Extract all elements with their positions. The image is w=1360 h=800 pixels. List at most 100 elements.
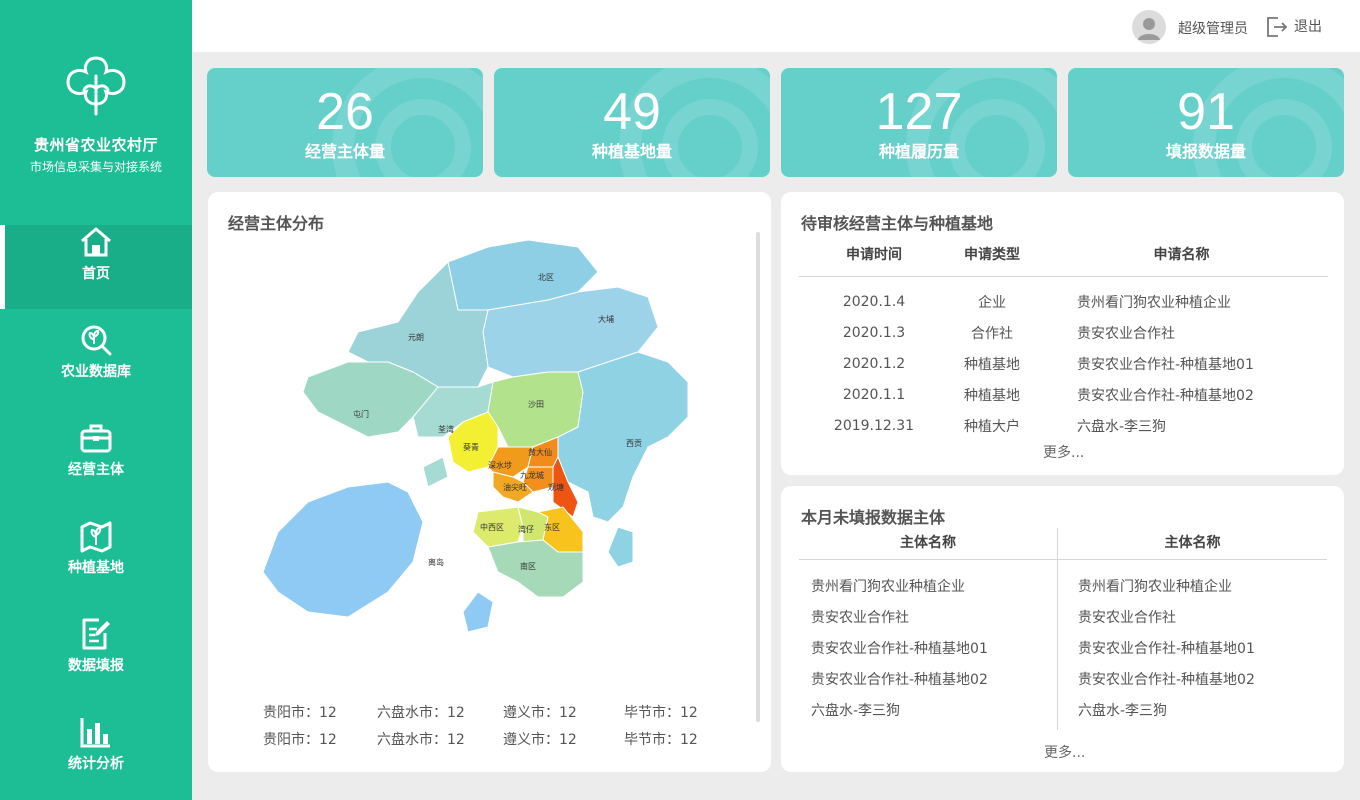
legend-item: 贵阳市：12 [263,732,337,748]
system-name: 市场信息采集与对接系统 [29,160,162,174]
map-label: 深水埗 [488,460,512,470]
legend-count: 12 [447,705,465,721]
map-label: 西贡 [626,439,642,448]
region-map[interactable]: 北区 大埔 元朗 屯门 沙田 荃湾 葵青 深水埗 黄大仙 九龙城 油尖旺 观塘 … [248,232,748,662]
column-header: 主体名称 [1164,535,1221,551]
list-item[interactable]: 贵州看门狗农业种植企业 [811,572,988,603]
panel-title: 经营主体分布 [228,214,325,233]
apply-type: 种植基地 [964,356,1020,373]
legend-count: 12 [680,732,698,748]
column-header: 申请名称 [1153,246,1210,263]
legend-item: 贵阳市：12 [263,705,337,721]
map-label: 南区 [520,561,536,571]
legend-count: 12 [447,732,465,748]
list-item[interactable]: 六盘水-李三狗 [1078,696,1255,727]
list-item[interactable]: 贵安农业合作社 [1078,603,1255,634]
stat-label: 经营主体量 [304,142,385,161]
org-name: 贵州省农业农村厅 [33,136,158,154]
map-label: 离岛 [428,557,444,567]
unfilled-list-right: 贵州看门狗农业种植企业 贵安农业合作社 贵安农业合作社-种植基地01 贵安农业合… [1078,572,1255,727]
map-region-islands[interactable] [262,481,424,618]
more-link[interactable]: 更多... [1043,442,1084,462]
sidebar-item-base[interactable]: 种植基地 [0,519,192,603]
stat-value: 26 [316,83,374,141]
header-divider [799,559,1327,560]
legend-city: 毕节市 [624,732,666,748]
sidebar-item-report[interactable]: 数据填报 [0,617,192,701]
sidebar-item-entity[interactable]: 经营主体 [0,421,192,505]
legend-item: 遵义市：12 [503,705,577,721]
table-row[interactable]: 2020.1.2 种植基地 贵安农业合作社-种植基地01 [799,348,1328,379]
map-label: 九龙城 [520,470,544,480]
map-label: 东区 [544,522,560,532]
logout-label: 退出 [1294,19,1322,35]
map-label: 大埔 [598,314,614,324]
edit-document-icon [82,618,110,650]
legend-city: 贵阳市 [263,705,305,721]
table-header-row: 申请时间 申请类型 申请名称 [799,232,1328,276]
stat-card-records: 127 种植履历量 [781,68,1057,177]
map-label: 屯门 [353,409,369,419]
table-row[interactable]: 2020.1.3 合作社 贵安农业合作社 [799,317,1328,348]
column-divider [1057,528,1058,730]
map-label: 北区 [538,273,554,282]
map-label: 荃湾 [438,424,454,434]
map-scrollbar[interactable] [756,232,760,722]
table-row[interactable]: 2020.1.4 企业 贵州看门狗农业种植企业 [799,286,1328,317]
apply-type: 种植基地 [964,387,1020,404]
user-icon [1138,18,1160,40]
apply-type: 企业 [978,294,1006,311]
legend-item: 毕节市：12 [624,732,698,748]
stat-card-reports: 91 填报数据量 [1068,68,1344,177]
apply-name: 贵州看门狗农业种植企业 [1077,294,1231,311]
sidebar-item-label: 统计分析 [68,756,124,772]
map-region-islet[interactable] [607,526,634,568]
logo: 贵州省农业农村厅 市场信息采集与对接系统 [0,52,192,175]
list-item[interactable]: 六盘水-李三狗 [811,696,988,727]
sidebar-item-statistics[interactable]: 统计分析 [0,715,192,799]
sidebar-item-label: 农业数据库 [61,364,131,380]
column-header: 主体名称 [900,535,956,551]
legend-city: 六盘水市 [377,732,433,748]
sidebar-item-label: 经营主体 [68,462,124,478]
list-item[interactable]: 贵安农业合作社-种植基地01 [1078,634,1255,665]
list-item[interactable]: 贵安农业合作社 [811,603,988,634]
apply-date: 2020.1.1 [842,386,906,403]
legend-city: 贵阳市 [263,732,305,748]
apply-type: 合作社 [971,325,1013,342]
unfilled-list-left: 贵州看门狗农业种植企业 贵安农业合作社 贵安农业合作社-种植基地01 贵安农业合… [811,572,988,727]
legend-count: 12 [559,732,577,748]
pending-table: 申请时间 申请类型 申请名称 2020.1.4 企业 贵州看门狗农业种植企业 2… [799,232,1328,441]
sidebar-item-database[interactable]: 农业数据库 [0,323,192,407]
user-name[interactable]: 超级管理员 [1178,18,1248,38]
list-item[interactable]: 贵州看门狗农业种植企业 [1078,572,1255,603]
stat-label: 填报数据量 [1165,142,1246,161]
table-row[interactable]: 2019.12.31 种植大户 六盘水-李三狗 [799,410,1328,441]
avatar[interactable] [1132,10,1166,44]
more-link[interactable]: 更多... [1044,742,1085,762]
map-region-islet[interactable] [462,591,494,633]
briefcase-icon [80,424,112,453]
map-label: 沙田 [528,400,544,409]
legend-item: 六盘水市：12 [377,732,465,748]
list-item[interactable]: 贵安农业合作社-种植基地02 [811,665,988,696]
table-row[interactable]: 2020.1.1 种植基地 贵安农业合作社-种植基地02 [799,379,1328,410]
unfilled-panel: 本月未填报数据主体 主体名称 主体名称 贵州看门狗农业种植企业 贵安农业合作社 … [781,486,1344,772]
legend-item: 遵义市：12 [503,732,577,748]
sidebar: 贵州省农业农村厅 市场信息采集与对接系统 首页 农业数据库 经营主体 种植基地 … [0,0,192,800]
map-label: 葵青 [463,442,479,452]
list-item[interactable]: 贵安农业合作社-种植基地02 [1078,665,1255,696]
sidebar-item-label: 首页 [82,266,110,282]
logout-button[interactable]: 退出 [1264,14,1322,38]
sidebar-item-home[interactable]: 首页 [0,225,192,309]
list-item[interactable]: 贵安农业合作社-种植基地01 [811,634,988,665]
sidebar-item-label: 种植基地 [68,560,124,576]
map-label: 中西区 [480,522,504,532]
column-header: 申请时间 [846,246,902,263]
sidebar-item-label: 数据填报 [68,658,124,674]
legend-city: 毕节市 [624,705,666,721]
pending-panel: 待审核经营主体与种植基地 申请时间 申请类型 申请名称 2020.1.4 企业 … [781,192,1344,475]
map-region-island-small[interactable] [422,456,449,488]
legend-count: 12 [559,705,577,721]
stat-value: 91 [1177,83,1235,141]
